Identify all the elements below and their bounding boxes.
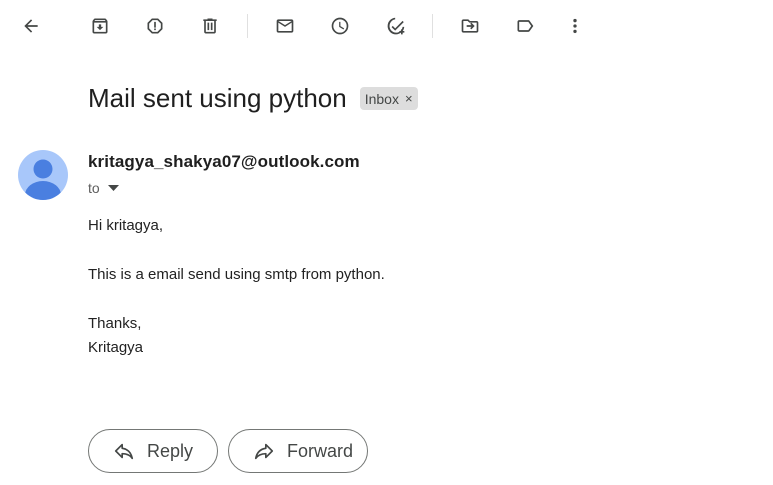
- to-label: to: [88, 180, 100, 196]
- message-body: Hi kritagya, This is a email send using …: [88, 214, 385, 360]
- snooze-button[interactable]: [322, 8, 358, 44]
- body-greeting: Hi kritagya,: [88, 217, 164, 234]
- caret-down-icon: [107, 185, 119, 191]
- more-options-button[interactable]: [557, 8, 593, 44]
- avatar[interactable]: [18, 150, 68, 200]
- recipient-row: to: [88, 180, 119, 196]
- back-button[interactable]: [13, 8, 49, 44]
- label-icon: [517, 20, 534, 32]
- archive-button[interactable]: [82, 8, 118, 44]
- reply-button[interactable]: Reply: [88, 429, 218, 473]
- mark-unread-button[interactable]: [267, 8, 303, 44]
- forward-button[interactable]: Forward: [228, 429, 368, 473]
- reply-icon: [114, 443, 134, 460]
- person-icon: [25, 159, 61, 200]
- reply-label: Reply: [147, 440, 194, 461]
- body-closing: Thanks,: [88, 315, 142, 332]
- email-subject: Mail sent using python: [88, 83, 347, 113]
- label-button[interactable]: [507, 8, 543, 44]
- add-to-tasks-icon: [387, 17, 405, 35]
- report-spam-button[interactable]: [137, 8, 173, 44]
- message-toolbar: [0, 0, 773, 54]
- show-details-dropdown[interactable]: [107, 185, 119, 191]
- more-options-icon: [573, 18, 577, 34]
- remove-label-icon[interactable]: ×: [405, 91, 413, 106]
- body-line: This is a email send using smtp from pyt…: [88, 266, 385, 283]
- forward-label: Forward: [287, 440, 354, 461]
- delete-button[interactable]: [192, 8, 228, 44]
- sender-email[interactable]: kritagya_shakya07@outlook.com: [88, 152, 360, 172]
- snooze-icon: [331, 17, 349, 35]
- forward-icon: [254, 443, 274, 460]
- move-to-icon: [461, 19, 479, 33]
- move-to-button[interactable]: [452, 8, 488, 44]
- report-spam-icon: [147, 18, 163, 34]
- body-signature: Kritagya: [88, 339, 144, 356]
- archive-icon: [92, 18, 108, 34]
- toolbar-divider: [432, 14, 433, 38]
- delete-icon: [203, 18, 217, 34]
- inbox-label-chip[interactable]: Inbox ×: [359, 87, 418, 110]
- toolbar-divider: [247, 14, 248, 38]
- label-chip-text: Inbox: [364, 90, 399, 107]
- back-arrow-icon: [24, 19, 38, 33]
- subject-row: Mail sent using python Inbox ×: [88, 82, 418, 114]
- add-to-tasks-button[interactable]: [378, 8, 414, 44]
- mark-unread-icon: [276, 19, 294, 33]
